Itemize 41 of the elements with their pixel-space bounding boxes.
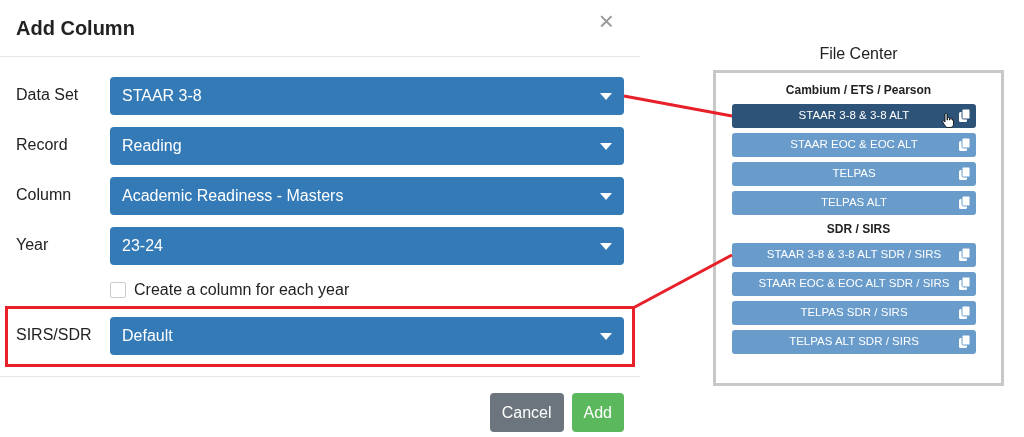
caret-icon: [600, 332, 612, 340]
copy-icon: [959, 277, 970, 290]
dialog-title: Add Column: [16, 16, 135, 40]
dropdown[interactable]: Reading: [110, 127, 624, 165]
hand-cursor-icon: [942, 113, 954, 128]
dropdown[interactable]: Academic Readiness - Masters: [110, 177, 624, 215]
file-button[interactable]: TELPAS SDR / SIRS: [732, 301, 976, 325]
close-button[interactable]: ×: [598, 8, 614, 34]
copy-icon: [959, 248, 970, 261]
dropdown[interactable]: STAAR 3-8: [110, 77, 624, 115]
file-button[interactable]: TELPAS ALT: [732, 191, 976, 215]
file-button[interactable]: TELPAS ALT SDR / SIRS: [732, 330, 976, 354]
section-heading: Cambium / ETS / Pearson: [784, 82, 933, 99]
file-button[interactable]: STAAR 3-8 & 3-8 ALT: [732, 104, 976, 128]
panel-title: File Center: [818, 44, 899, 64]
copy-icon: [959, 196, 970, 209]
field-label: Data Set: [16, 85, 80, 105]
checkbox-label: Create a column for each year: [134, 280, 350, 300]
copy-icon: [959, 335, 970, 348]
file-button[interactable]: STAAR EOC & EOC ALT SDR / SIRS: [732, 272, 976, 296]
file-button[interactable]: STAAR EOC & EOC ALT: [732, 133, 976, 157]
dropdown[interactable]: 23-24: [110, 227, 624, 265]
caret-icon: [600, 192, 612, 200]
section-heading: SDR / SIRS: [825, 221, 892, 238]
field-label: Column: [16, 185, 73, 205]
field-label: Year: [16, 235, 50, 255]
field-label: Record: [16, 135, 69, 155]
copy-icon: [959, 306, 970, 319]
file-button[interactable]: STAAR 3-8 & 3-8 ALT SDR / SIRS: [732, 243, 976, 267]
caret-icon: [600, 242, 612, 250]
dropdown[interactable]: Default: [110, 317, 624, 355]
copy-icon: [959, 109, 970, 122]
copy-icon: [959, 138, 970, 151]
field-label: SIRS/SDR: [16, 325, 93, 345]
caret-icon: [600, 142, 612, 150]
file-button[interactable]: TELPAS: [732, 162, 976, 186]
copy-icon: [959, 167, 970, 180]
cancel-button[interactable]: Cancel: [489, 393, 564, 432]
caret-icon: [600, 92, 612, 100]
add-button[interactable]: Add: [571, 393, 624, 432]
checkbox[interactable]: [110, 282, 126, 298]
